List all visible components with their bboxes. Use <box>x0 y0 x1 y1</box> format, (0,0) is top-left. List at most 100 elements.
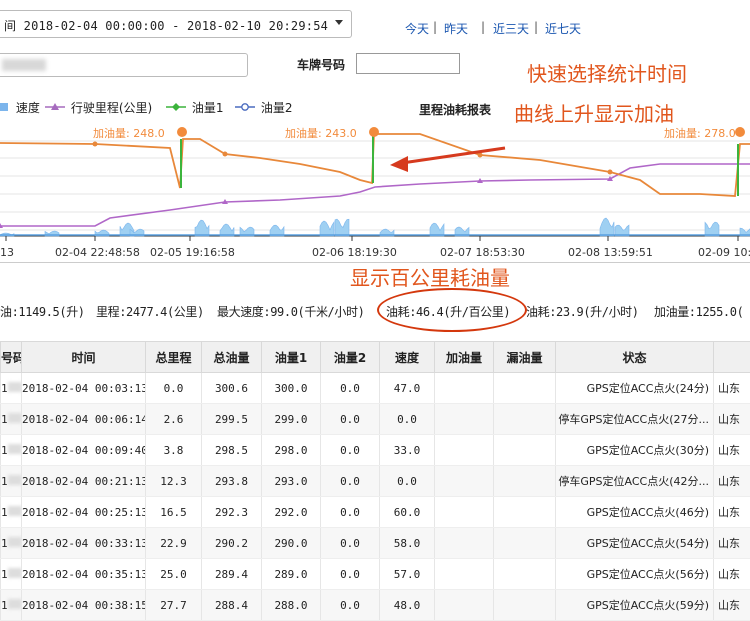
plate-input[interactable] <box>356 53 460 74</box>
table-cell: 1 <box>1 497 22 528</box>
fuel-point <box>608 170 613 175</box>
table-row[interactable]: 12018-02-04 00:35:1325.0289.4289.00.057.… <box>1 559 750 590</box>
x-tick-label: 02-07 18:53:30 <box>440 246 525 259</box>
table-cell: 292.3 <box>202 497 262 528</box>
table-cell: 1 <box>1 590 22 621</box>
x-tick-label: 02-06 18:19:30 <box>312 246 397 259</box>
table-cell: 298.5 <box>202 435 262 466</box>
vehicle-select[interactable] <box>0 53 248 77</box>
table-cell: 0.0 <box>321 528 380 559</box>
table-cell: 1 <box>1 373 22 404</box>
table-row[interactable]: 12018-02-04 00:38:1527.7288.4288.00.048.… <box>1 590 750 621</box>
table-cell: 2018-02-04 00:25:13 <box>22 497 146 528</box>
redacted-plate <box>8 382 22 392</box>
table-cell: 0.0 <box>321 466 380 497</box>
table-cell: 山东 <box>714 528 750 559</box>
legend-fuel2[interactable]: 油量2 <box>235 99 292 116</box>
column-header[interactable]: 号码 <box>1 342 22 373</box>
circle-marker-icon <box>235 101 257 113</box>
quick-three-days-link[interactable]: 近三天 <box>493 20 529 37</box>
column-header[interactable]: 时间 <box>22 342 146 373</box>
triangle-marker-icon <box>45 101 67 113</box>
table-row[interactable]: 12018-02-04 00:09:403.8298.5298.00.033.0… <box>1 435 750 466</box>
legend-fuel1[interactable]: 油量1 <box>166 99 223 116</box>
speed-series <box>0 218 750 236</box>
table-cell: 0.0 <box>380 404 435 435</box>
chart-grid <box>0 141 750 236</box>
speed-burst <box>705 222 719 236</box>
x-tick-label: 02-09 10: <box>698 246 750 259</box>
table-cell: 298.0 <box>262 435 321 466</box>
column-header[interactable] <box>714 342 750 373</box>
table-cell <box>435 404 494 435</box>
square-marker-icon <box>0 101 12 113</box>
table-cell: 山东 <box>714 497 750 528</box>
table-cell <box>494 590 556 621</box>
table-row[interactable]: 12018-02-04 00:25:1316.5292.3292.00.060.… <box>1 497 750 528</box>
table-cell: 山东 <box>714 435 750 466</box>
table-cell: 1 <box>1 528 22 559</box>
date-range-prefix: 间 <box>4 19 16 33</box>
table-cell <box>494 404 556 435</box>
redacted-plate <box>8 444 22 454</box>
quick-seven-days-link[interactable]: 近七天 <box>545 20 581 37</box>
table-cell <box>435 373 494 404</box>
table-cell: GPS定位ACC点火(59分) <box>556 590 714 621</box>
column-header[interactable]: 状态 <box>556 342 714 373</box>
redacted-plate <box>8 568 22 578</box>
table-cell: 停车GPS定位ACC点火(27分... <box>556 404 714 435</box>
chevron-down-icon[interactable] <box>335 20 343 25</box>
fuel-point <box>93 142 98 147</box>
column-header[interactable]: 漏油量 <box>494 342 556 373</box>
legend-speed[interactable]: 速度 <box>0 99 40 116</box>
quick-today-link[interactable]: 今天 <box>405 20 429 37</box>
refuel-label: 加油量: 278.0 <box>664 126 736 140</box>
column-header[interactable]: 加油量 <box>435 342 494 373</box>
table-cell: 12.3 <box>146 466 202 497</box>
column-header[interactable]: 总里程 <box>146 342 202 373</box>
table-cell: GPS定位ACC点火(56分) <box>556 559 714 590</box>
column-header[interactable]: 油量2 <box>321 342 380 373</box>
column-header[interactable]: 速度 <box>380 342 435 373</box>
table-cell: GPS定位ACC点火(46分) <box>556 497 714 528</box>
table-cell <box>435 497 494 528</box>
x-tick-label: 13 <box>0 246 14 259</box>
table-cell: 2018-02-04 00:21:13 <box>22 466 146 497</box>
table-row[interactable]: 12018-02-04 00:33:1322.9290.2290.00.058.… <box>1 528 750 559</box>
quick-yesterday-link[interactable]: 昨天 <box>444 20 468 37</box>
table-cell: 山东 <box>714 590 750 621</box>
table-cell: GPS定位ACC点火(30分) <box>556 435 714 466</box>
table-cell: 60.0 <box>380 497 435 528</box>
table-cell: 58.0 <box>380 528 435 559</box>
legend-mileage[interactable]: 行驶里程(公里) <box>45 99 152 116</box>
summary-max-speed: 最大速度:99.0(千米/小时) <box>217 303 364 320</box>
table-cell <box>435 559 494 590</box>
table-cell: GPS定位ACC点火(54分) <box>556 528 714 559</box>
refuel-markers: 加油量: 248.0加油量: 243.0加油量: 278.0 <box>93 126 745 140</box>
refuel-marker <box>735 127 745 137</box>
table-cell: 山东 <box>714 559 750 590</box>
table-cell: 2018-02-04 00:35:13 <box>22 559 146 590</box>
refuel-marker <box>369 127 379 137</box>
table-cell: 300.0 <box>262 373 321 404</box>
date-range-select[interactable]: 间 2018-02-04 00:00:00 - 2018-02-10 20:29… <box>0 10 352 38</box>
table-cell: 47.0 <box>380 373 435 404</box>
date-range-value: 2018-02-04 00:00:00 - 2018-02-10 20:29:5… <box>24 19 328 33</box>
table-cell: 2018-02-04 00:03:13 <box>22 373 146 404</box>
table-cell: 0.0 <box>380 466 435 497</box>
table-cell: 1 <box>1 559 22 590</box>
table-header-row: 号码时间总里程总油量油量1油量2速度加油量漏油量状态 <box>1 342 750 373</box>
table-cell: 300.6 <box>202 373 262 404</box>
column-header[interactable]: 总油量 <box>202 342 262 373</box>
summary-refuel: 加油量:1255.0( <box>654 303 743 320</box>
plate-label: 车牌号码 <box>297 56 345 73</box>
mileage-fuel-chart: 加油量: 248.0加油量: 243.0加油量: 278.0 1302-04 2… <box>0 115 750 265</box>
legend-label: 油量1 <box>192 101 224 115</box>
table-row[interactable]: 12018-02-04 00:03:130.0300.6300.00.047.0… <box>1 373 750 404</box>
table-row[interactable]: 12018-02-04 00:21:1312.3293.8293.00.00.0… <box>1 466 750 497</box>
table-row[interactable]: 12018-02-04 00:06:142.6299.5299.00.00.0停… <box>1 404 750 435</box>
table-cell: 1 <box>1 435 22 466</box>
table-cell: 290.2 <box>202 528 262 559</box>
column-header[interactable]: 油量1 <box>262 342 321 373</box>
table-cell <box>494 528 556 559</box>
